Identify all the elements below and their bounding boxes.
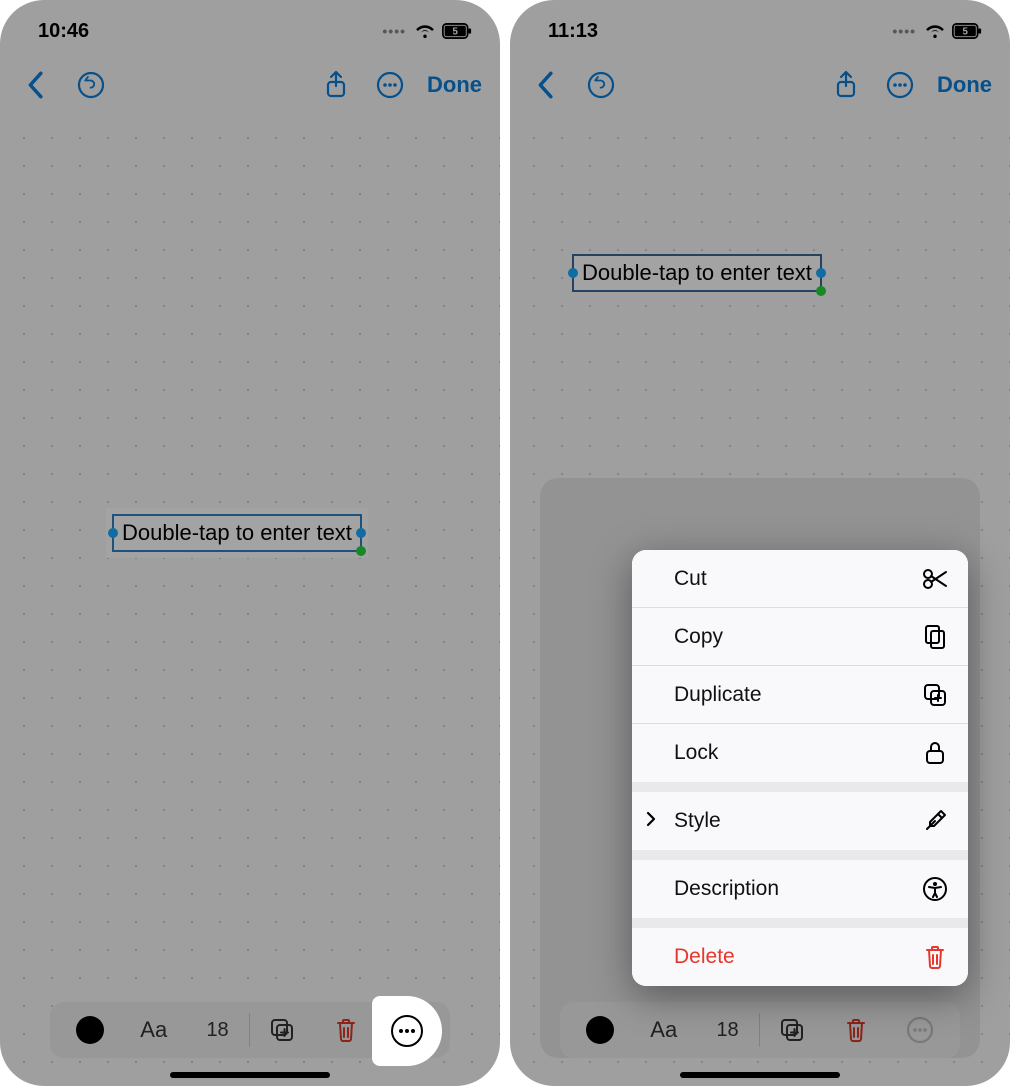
- toolbar-more-button[interactable]: [888, 1002, 952, 1058]
- trash-icon: [922, 944, 948, 970]
- more-button[interactable]: [883, 68, 917, 102]
- menu-label: Duplicate: [674, 683, 762, 707]
- status-right: •••• 5: [892, 23, 982, 39]
- status-bar: 11:13 •••• 5: [510, 0, 1010, 54]
- menu-label: Description: [674, 877, 779, 901]
- duplicate-button[interactable]: [760, 1002, 824, 1058]
- rotate-handle[interactable]: [356, 546, 366, 556]
- status-time: 11:13: [548, 20, 598, 43]
- battery-icon: 5: [952, 23, 982, 39]
- text-box[interactable]: Double-tap to enter text: [572, 254, 822, 292]
- font-style-button[interactable]: Aa: [122, 1002, 186, 1058]
- color-picker[interactable]: [58, 1002, 122, 1058]
- eyedropper-icon: [922, 808, 948, 834]
- scissors-icon: [922, 566, 948, 592]
- toolbar-more-button[interactable]: [372, 996, 442, 1066]
- font-size-button[interactable]: 18: [186, 1002, 250, 1058]
- delete-button[interactable]: [824, 1002, 888, 1058]
- recording-dots-icon: ••••: [382, 23, 406, 39]
- menu-duplicate[interactable]: Duplicate: [632, 666, 968, 724]
- nav-bar: Done: [510, 54, 1010, 116]
- menu-label: Copy: [674, 625, 723, 649]
- duplicate-plus-icon: [922, 682, 948, 708]
- menu-delete[interactable]: Delete: [632, 928, 968, 986]
- rotate-handle[interactable]: [816, 286, 826, 296]
- text-box-placeholder: Double-tap to enter text: [122, 520, 352, 545]
- docs-icon: [922, 624, 948, 650]
- more-button[interactable]: [373, 68, 407, 102]
- accessibility-icon: [922, 876, 948, 902]
- menu-label: Style: [674, 809, 721, 833]
- done-button[interactable]: Done: [937, 72, 992, 98]
- share-button[interactable]: [319, 68, 353, 102]
- phone-left: 10:46 •••• 5 Done: [0, 0, 500, 1086]
- status-right: •••• 5: [382, 23, 472, 39]
- duplicate-button[interactable]: [250, 1002, 314, 1058]
- resize-handle-left[interactable]: [108, 528, 118, 538]
- format-toolbar: Aa 18: [560, 1002, 960, 1058]
- menu-label: Lock: [674, 741, 718, 765]
- phone-right: 11:13 •••• 5 Done: [510, 0, 1010, 1086]
- resize-handle-right[interactable]: [816, 268, 826, 278]
- menu-label: Delete: [674, 945, 735, 969]
- status-time: 10:46: [38, 20, 89, 43]
- menu-label: Cut: [674, 567, 707, 591]
- recording-dots-icon: ••••: [892, 23, 916, 39]
- back-button[interactable]: [528, 68, 562, 102]
- text-box-placeholder: Double-tap to enter text: [582, 260, 812, 285]
- color-picker[interactable]: [568, 1002, 632, 1058]
- home-indicator[interactable]: [170, 1072, 330, 1078]
- back-button[interactable]: [18, 68, 52, 102]
- svg-text:5: 5: [453, 27, 459, 38]
- font-size-button[interactable]: 18: [696, 1002, 760, 1058]
- text-box[interactable]: Double-tap to enter text: [106, 508, 368, 558]
- home-indicator[interactable]: [680, 1072, 840, 1078]
- nav-bar: Done: [0, 54, 500, 116]
- share-button[interactable]: [829, 68, 863, 102]
- delete-button[interactable]: [314, 1002, 378, 1058]
- menu-cut[interactable]: Cut: [632, 550, 968, 608]
- wifi-icon: [414, 23, 436, 39]
- undo-button[interactable]: [584, 68, 618, 102]
- resize-handle-left[interactable]: [568, 268, 578, 278]
- menu-style[interactable]: Style: [632, 792, 968, 850]
- status-bar: 10:46 •••• 5: [0, 0, 500, 54]
- menu-lock[interactable]: Lock: [632, 724, 968, 782]
- context-menu: Cut Copy Duplicate Lock: [632, 550, 968, 986]
- lock-icon: [922, 740, 948, 766]
- resize-handle-right[interactable]: [356, 528, 366, 538]
- canvas[interactable]: Double-tap to enter text: [0, 116, 500, 1086]
- done-button[interactable]: Done: [427, 72, 482, 98]
- battery-icon: 5: [442, 23, 472, 39]
- menu-copy[interactable]: Copy: [632, 608, 968, 666]
- svg-text:5: 5: [963, 27, 969, 38]
- undo-button[interactable]: [74, 68, 108, 102]
- font-style-button[interactable]: Aa: [632, 1002, 696, 1058]
- chevron-right-icon: [646, 811, 656, 832]
- wifi-icon: [924, 23, 946, 39]
- menu-description[interactable]: Description: [632, 860, 968, 918]
